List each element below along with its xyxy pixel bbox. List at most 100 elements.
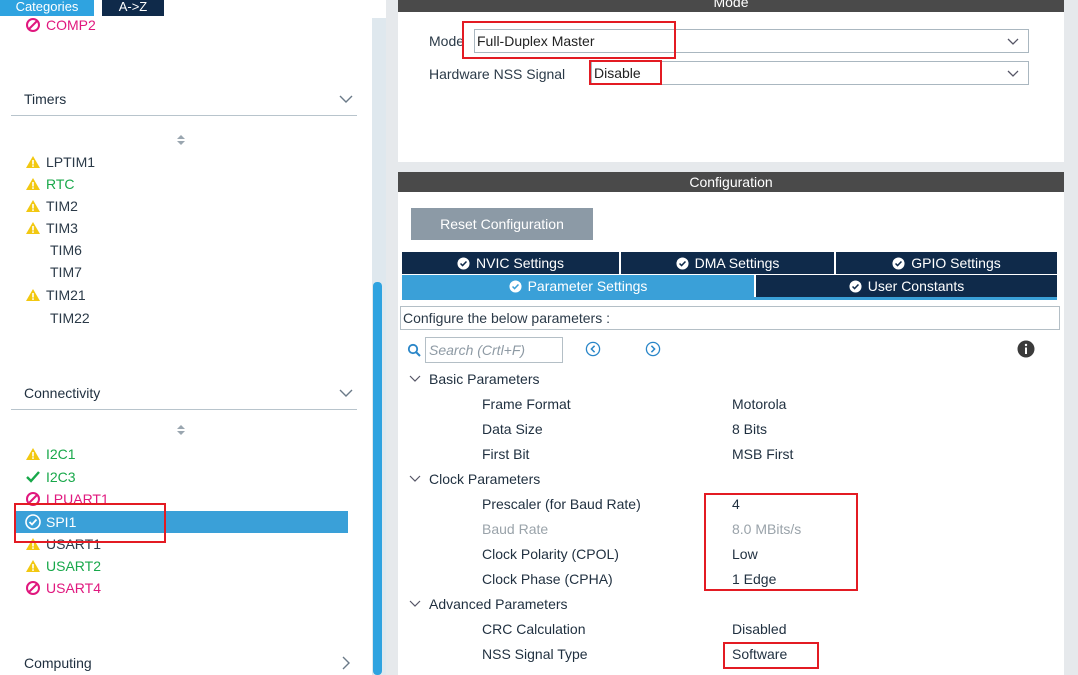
peripheral-item-tim6[interactable]: TIM6 — [25, 239, 82, 261]
info-icon[interactable] — [1017, 340, 1035, 358]
peripheral-label: RTC — [46, 176, 75, 192]
param-name-crc-calculation: CRC Calculation — [482, 621, 586, 637]
tab-dma-settings[interactable]: DMA Settings — [621, 252, 834, 274]
panel-divider[interactable] — [386, 0, 398, 675]
param-name-data-size: Data Size — [482, 421, 543, 437]
configure-hint: Configure the below parameters : — [400, 306, 1060, 330]
peripheral-item-i2c1[interactable]: I2C1 — [25, 443, 76, 465]
peripheral-item-usart2[interactable]: USART2 — [25, 555, 101, 577]
search-input[interactable]: Search (Crtl+F) — [425, 337, 563, 363]
tab-parameter-settings[interactable]: Parameter Settings — [402, 275, 754, 297]
section-header-connectivity[interactable]: Connectivity — [11, 382, 357, 410]
param-value-clock-phase[interactable]: 1 Edge — [732, 571, 776, 587]
group-advanced-parameters[interactable]: Advanced Parameters — [409, 596, 568, 612]
checkmark-icon — [26, 471, 40, 483]
warning-icon — [26, 156, 40, 168]
nss-label: Hardware NSS Signal — [429, 66, 566, 82]
chevron-down-icon — [339, 389, 353, 397]
left-scrollbar-thumb[interactable] — [373, 282, 382, 675]
check-circle-icon — [25, 514, 41, 530]
peripheral-label: TIM6 — [50, 242, 82, 258]
warning-icon — [26, 560, 40, 572]
param-value-data-size[interactable]: 8 Bits — [732, 421, 767, 437]
group-clock-parameters[interactable]: Clock Parameters — [409, 471, 540, 487]
peripheral-item-usart4[interactable]: USART4 — [25, 577, 101, 599]
param-value-frame-format[interactable]: Motorola — [732, 396, 786, 412]
previous-result-icon[interactable] — [585, 341, 601, 357]
param-name-first-bit: First Bit — [482, 446, 530, 462]
tab-label: Parameter Settings — [527, 278, 648, 294]
peripheral-item-i2c3[interactable]: I2C3 — [25, 466, 76, 488]
tab-nvic-settings[interactable]: NVIC Settings — [402, 252, 619, 274]
tab-user-constants[interactable]: User Constants — [756, 275, 1057, 297]
peripheral-item-tim3[interactable]: TIM3 — [25, 217, 78, 239]
mode-select[interactable]: Full-Duplex Master — [474, 29, 1029, 53]
next-result-icon[interactable] — [645, 341, 661, 357]
peripheral-label: LPTIM1 — [46, 154, 96, 170]
peripheral-label: LPUART1 — [46, 491, 109, 507]
peripheral-item-usart1[interactable]: USART1 — [25, 533, 101, 555]
chevron-right-icon — [342, 656, 350, 670]
chevron-down-icon — [409, 600, 421, 607]
sort-icon[interactable] — [176, 134, 186, 146]
group-basic-parameters[interactable]: Basic Parameters — [409, 371, 539, 387]
warning-icon — [26, 200, 40, 212]
tab-underline — [402, 297, 1057, 300]
section-header-timers[interactable]: Timers — [11, 88, 357, 116]
param-name-prescaler: Prescaler (for Baud Rate) — [482, 496, 641, 512]
section-title: Timers — [24, 91, 67, 107]
peripheral-item-lpuart1[interactable]: LPUART1 — [25, 488, 109, 510]
peripheral-item-rtc[interactable]: RTC — [25, 173, 75, 195]
param-value-crc-calculation[interactable]: Disabled — [732, 621, 786, 637]
section-title: Computing — [24, 655, 92, 671]
peripheral-item-tim2[interactable]: TIM2 — [25, 195, 78, 217]
disabled-icon — [26, 18, 40, 32]
mode-title: Mode — [713, 0, 749, 10]
section-header-computing[interactable]: Computing — [11, 652, 357, 675]
search-placeholder: Search (Crtl+F) — [429, 342, 526, 358]
warning-icon — [26, 222, 40, 234]
tab-label: DMA Settings — [694, 255, 780, 271]
peripheral-item-tim7[interactable]: TIM7 — [25, 261, 82, 283]
section-title: Connectivity — [24, 385, 101, 401]
param-value-first-bit[interactable]: MSB First — [732, 446, 793, 462]
nss-select-value: Disable — [594, 65, 641, 81]
tab-a-z[interactable]: A->Z — [102, 0, 164, 16]
tab-a-z-label: A->Z — [118, 0, 148, 14]
warning-icon — [26, 289, 40, 301]
chevron-down-icon — [339, 95, 353, 103]
group-label: Clock Parameters — [429, 471, 541, 487]
peripheral-label: I2C3 — [46, 469, 76, 485]
tab-categories-label: Categories — [15, 0, 79, 14]
param-value-prescaler[interactable]: 4 — [732, 496, 740, 512]
peripheral-label: USART2 — [46, 558, 101, 574]
warning-icon — [26, 538, 40, 550]
disabled-icon — [26, 492, 40, 506]
peripheral-item-spi1[interactable]: SPI1 — [25, 511, 76, 533]
configure-hint-text: Configure the below parameters : — [403, 310, 610, 326]
peripheral-label: TIM7 — [50, 264, 82, 280]
reset-configuration-button[interactable]: Reset Configuration — [411, 208, 593, 240]
peripheral-label: TIM3 — [46, 220, 78, 236]
sort-icon[interactable] — [176, 424, 186, 436]
peripheral-label: COMP2 — [46, 17, 96, 33]
disabled-icon — [26, 581, 40, 595]
param-value-clock-polarity[interactable]: Low — [732, 546, 758, 562]
param-value-nss-signal-type[interactable]: Software — [732, 646, 787, 662]
search-icon — [407, 343, 421, 357]
peripheral-item-lptim1[interactable]: LPTIM1 — [25, 151, 95, 173]
peripheral-label: SPI1 — [46, 514, 77, 530]
peripheral-item-tim21[interactable]: TIM21 — [25, 284, 86, 306]
right-scrollbar-track[interactable] — [1064, 0, 1078, 675]
param-name-clock-phase: Clock Phase (CPHA) — [482, 571, 613, 587]
check-circle-icon — [849, 280, 862, 293]
warning-icon — [26, 448, 40, 460]
peripheral-item-comp2[interactable]: COMP2 — [25, 14, 96, 36]
check-circle-icon — [509, 280, 522, 293]
chevron-down-icon — [409, 475, 421, 482]
mode-title-bar: Mode — [398, 0, 1064, 12]
check-circle-icon — [457, 257, 470, 270]
nss-select[interactable]: Disable — [591, 61, 1029, 85]
peripheral-item-tim22[interactable]: TIM22 — [25, 307, 90, 329]
tab-gpio-settings[interactable]: GPIO Settings — [836, 252, 1057, 274]
